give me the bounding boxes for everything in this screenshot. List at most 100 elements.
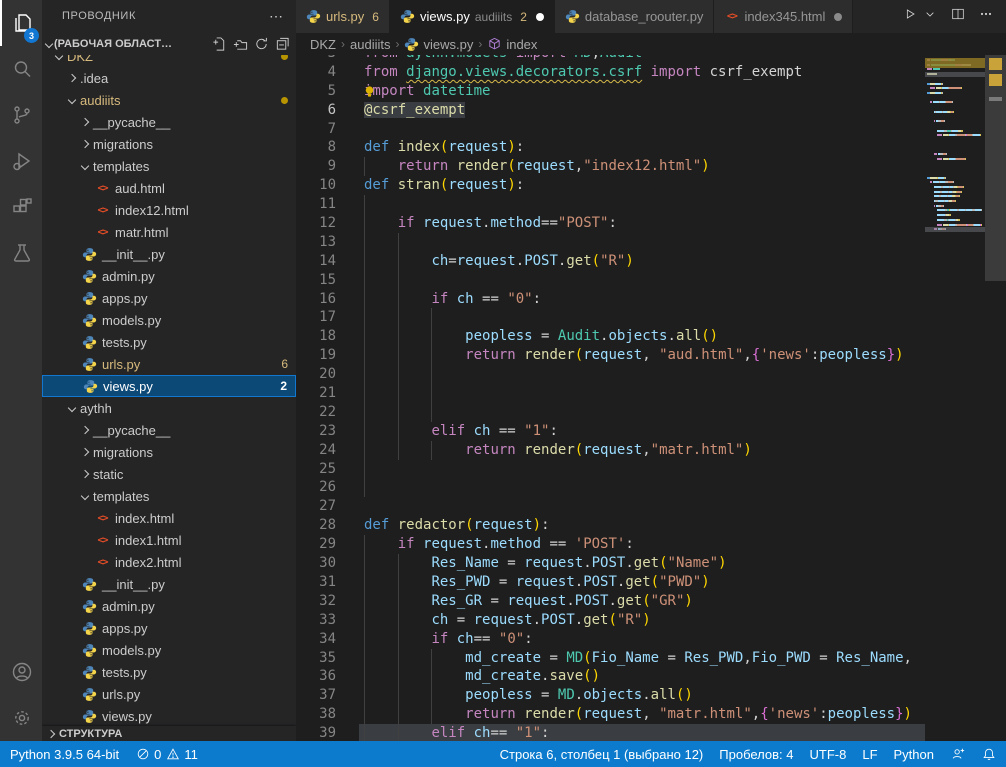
code-line[interactable]: 35 md_create = MD(Fio_Name = Res_PWD,Fio…: [296, 649, 1006, 668]
more-actions-icon[interactable]: [978, 6, 994, 27]
code-line[interactable]: 9 return render(request,"index12.html"): [296, 157, 1006, 176]
code-line[interactable]: 17: [296, 308, 1006, 327]
statusbar-notifications[interactable]: [981, 747, 996, 762]
new-folder-icon[interactable]: [233, 36, 248, 51]
code-line[interactable]: 26: [296, 478, 1006, 497]
editor-scrollbar[interactable]: [985, 55, 1006, 741]
split-editor-icon[interactable]: [950, 6, 966, 27]
statusbar-feedback[interactable]: [950, 747, 965, 762]
tree-item-index2-html[interactable]: <>index2.html: [42, 551, 296, 573]
statusbar-indentation[interactable]: Пробелов: 4: [719, 747, 793, 762]
activitybar-explorer-icon[interactable]: 3: [0, 0, 42, 46]
tree-item-views-py[interactable]: views.py2: [42, 375, 296, 397]
tree-item-index-html[interactable]: <>index.html: [42, 507, 296, 529]
code-line[interactable]: 32 Res_GR = request.POST.get("GR"): [296, 592, 1006, 611]
code-line[interactable]: 34 if ch== "0":: [296, 630, 1006, 649]
breadcrumb-item-dkz[interactable]: DKZ: [310, 37, 336, 52]
tree-item-templates[interactable]: templates: [42, 155, 296, 177]
run-button[interactable]: [902, 6, 918, 27]
code-line[interactable]: 37 peopless = MD.objects.all(): [296, 686, 1006, 705]
statusbar-encoding[interactable]: UTF-8: [810, 747, 847, 762]
code-line[interactable]: 16 if ch == "0":: [296, 290, 1006, 309]
new-file-icon[interactable]: [212, 36, 227, 51]
code-line[interactable]: 38 return render(request, "matr.html",{'…: [296, 705, 1006, 724]
lightbulb-icon[interactable]: [362, 84, 377, 99]
outline-section-header[interactable]: СТРУКТУРА: [42, 726, 296, 741]
tree-item--init-py[interactable]: __init__.py: [42, 573, 296, 595]
code-line[interactable]: 10def stran(request):: [296, 176, 1006, 195]
code-line[interactable]: 36 md_create.save(): [296, 667, 1006, 686]
statusbar-language-mode[interactable]: Python: [894, 747, 934, 762]
code-line[interactable]: 39 elif ch== "1":: [296, 724, 1006, 741]
statusbar-python-interpreter[interactable]: Python 3.9.5 64-bit: [10, 747, 119, 762]
tree-item-migrations[interactable]: migrations: [42, 133, 296, 155]
code-line[interactable]: 13: [296, 233, 1006, 252]
tree-item-static[interactable]: static: [42, 463, 296, 485]
code-line[interactable]: 33 ch = request.POST.get("R"): [296, 611, 1006, 630]
activitybar-testing-icon[interactable]: [0, 230, 42, 276]
tree-item-tests-py[interactable]: tests.py: [42, 661, 296, 683]
code-line[interactable]: 20: [296, 365, 1006, 384]
activitybar-run-and-debug-icon[interactable]: [0, 138, 42, 184]
code-line[interactable]: 27: [296, 497, 1006, 516]
tree-item-urls-py[interactable]: urls.py6: [42, 353, 296, 375]
tree-item-urls-py[interactable]: urls.py: [42, 683, 296, 705]
tree-item-dkz[interactable]: DKZ: [42, 55, 296, 67]
tree-item-migrations[interactable]: migrations: [42, 441, 296, 463]
tree-item-apps-py[interactable]: apps.py: [42, 617, 296, 639]
tab-views-py[interactable]: views.pyaudiiits2: [390, 0, 555, 33]
activitybar-search-icon[interactable]: [0, 46, 42, 92]
code-line[interactable]: 29 if request.method == 'POST':: [296, 535, 1006, 554]
tree-item-admin-py[interactable]: admin.py: [42, 595, 296, 617]
tree-item--idea[interactable]: .idea: [42, 67, 296, 89]
tree-item--pycache-[interactable]: __pycache__: [42, 419, 296, 441]
code-line[interactable]: 11: [296, 195, 1006, 214]
activitybar-source-control-icon[interactable]: [0, 92, 42, 138]
breadcrumb-item-views-py[interactable]: views.py: [404, 37, 473, 52]
breadcrumb-item-index[interactable]: index: [487, 37, 537, 52]
tab-database-roouter-py[interactable]: database_roouter.py: [555, 0, 715, 33]
activitybar-account-icon[interactable]: [0, 649, 42, 695]
scrollbar-thumb[interactable]: [985, 55, 1006, 281]
tree-item-matr-html[interactable]: <>matr.html: [42, 221, 296, 243]
breadcrumb-item-audiiits[interactable]: audiiits: [350, 37, 390, 52]
tree-item-models-py[interactable]: models.py: [42, 309, 296, 331]
activitybar-settings-icon[interactable]: [0, 695, 42, 741]
tree-item-apps-py[interactable]: apps.py: [42, 287, 296, 309]
statusbar-cursor-position[interactable]: Строка 6, столбец 1 (выбрано 12): [500, 747, 704, 762]
code-line[interactable]: 8def index(request):: [296, 138, 1006, 157]
code-line[interactable]: 24 return render(request,"matr.html"): [296, 441, 1006, 460]
code-line[interactable]: 22: [296, 403, 1006, 422]
code-editor[interactable]: 3from aythh.models import MD,Audit4from …: [296, 55, 1006, 741]
code-line[interactable]: 14 ch=request.POST.get("R"): [296, 252, 1006, 271]
code-line[interactable]: 25: [296, 460, 1006, 479]
tab-index345-html[interactable]: <>index345.html: [714, 0, 853, 33]
code-line[interactable]: 31 Res_PWD = request.POST.get("PWD"): [296, 573, 1006, 592]
code-line[interactable]: 3from aythh.models import MD,Audit: [296, 55, 1006, 63]
collapse-all-icon[interactable]: [275, 36, 290, 51]
code-line[interactable]: 5import datetime: [296, 82, 1006, 101]
minimap[interactable]: [925, 55, 985, 741]
tree-item-admin-py[interactable]: admin.py: [42, 265, 296, 287]
statusbar-eol[interactable]: LF: [862, 747, 877, 762]
code-line[interactable]: 23 elif ch == "1":: [296, 422, 1006, 441]
tree-item--pycache-[interactable]: __pycache__: [42, 111, 296, 133]
tree-item--init-py[interactable]: __init__.py: [42, 243, 296, 265]
code-line[interactable]: 6@csrf_exempt: [296, 101, 1006, 120]
dirty-indicator-dot[interactable]: [834, 13, 842, 21]
code-line[interactable]: 30 Res_Name = request.POST.get("Name"): [296, 554, 1006, 573]
code-line[interactable]: 28def redactor(request):: [296, 516, 1006, 535]
tree-item-models-py[interactable]: models.py: [42, 639, 296, 661]
dirty-indicator-dot[interactable]: [536, 13, 544, 21]
tree-item-index12-html[interactable]: <>index12.html: [42, 199, 296, 221]
tree-item-index1-html[interactable]: <>index1.html: [42, 529, 296, 551]
code-line[interactable]: 12 if request.method=="POST":: [296, 214, 1006, 233]
tree-item-tests-py[interactable]: tests.py: [42, 331, 296, 353]
code-line[interactable]: 21: [296, 384, 1006, 403]
code-line[interactable]: 18 peopless = Audit.objects.all(): [296, 327, 1006, 346]
tree-item-aythh[interactable]: aythh: [42, 397, 296, 419]
tree-item-audiiits[interactable]: audiiits: [42, 89, 296, 111]
workspace-section-header[interactable]: (РАБОЧАЯ ОБЛАСТЬ) ...: [42, 32, 296, 55]
code-line[interactable]: 7: [296, 120, 1006, 139]
statusbar-problems[interactable]: 011: [135, 747, 198, 762]
